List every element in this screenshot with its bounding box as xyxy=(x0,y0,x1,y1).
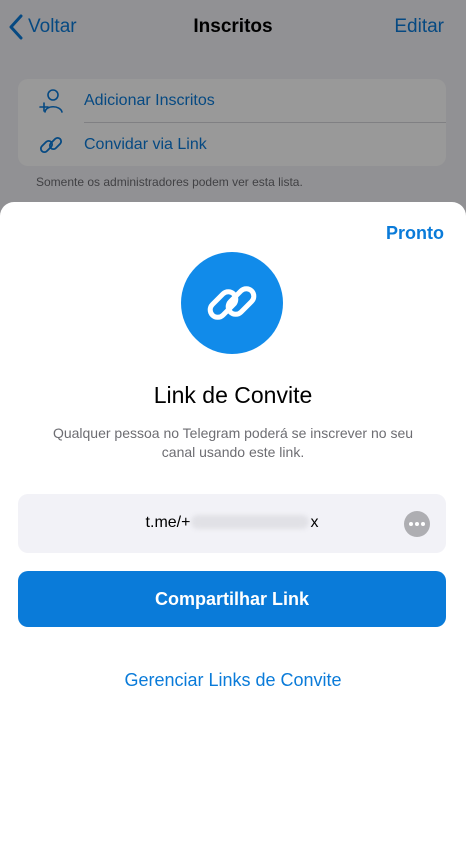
sheet-description: Qualquer pessoa no Telegram poderá se in… xyxy=(52,425,414,460)
done-button[interactable]: Pronto xyxy=(386,223,444,244)
link-icon xyxy=(207,286,257,320)
more-options-button[interactable] xyxy=(404,511,430,537)
link-icon-circle xyxy=(181,252,283,354)
more-dots-icon xyxy=(409,522,413,526)
link-suffix: x xyxy=(310,514,319,531)
invite-link-text[interactable]: t.me/+ x xyxy=(18,514,446,532)
share-link-button[interactable]: Compartilhar Link xyxy=(18,571,446,627)
sheet-title: Link de Convite xyxy=(153,382,313,408)
link-prefix: t.me/+ xyxy=(145,514,191,531)
manage-invite-links-button[interactable]: Gerenciar Links de Convite xyxy=(0,670,466,691)
redacted-link-segment xyxy=(191,515,310,529)
invite-link-sheet: Pronto Link de Convite Qualquer pessoa n… xyxy=(0,202,466,842)
invite-link-field[interactable]: t.me/+ x xyxy=(18,494,446,553)
